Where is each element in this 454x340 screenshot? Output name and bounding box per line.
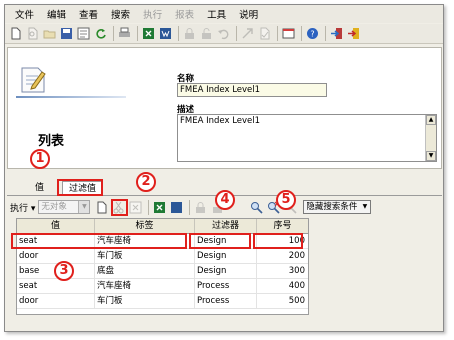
cell-label[interactable]: 车门板: [95, 294, 195, 308]
help-icon[interactable]: ?: [305, 26, 320, 41]
refresh-icon[interactable]: [93, 26, 108, 41]
callout-4: 4: [215, 190, 235, 210]
object-select[interactable]: 无对象 ▼: [38, 200, 91, 214]
add-button-highlight: [111, 199, 128, 216]
lock-icon[interactable]: [193, 200, 208, 215]
menu-execute[interactable]: 执行: [143, 7, 162, 21]
toolbar-separator: [301, 26, 302, 41]
cell-filter[interactable]: Design: [195, 249, 257, 263]
main-toolbar: ?: [5, 24, 443, 44]
table-row[interactable]: door 车门板 Process 500: [17, 294, 308, 309]
toolbar-separator: [178, 26, 179, 41]
hide-search-criteria-value: 隐藏搜索条件: [306, 202, 358, 212]
arrow-icon[interactable]: [240, 26, 255, 41]
toolbar-separator: [137, 26, 138, 41]
filter-tab-highlight: [57, 179, 103, 196]
table-row[interactable]: seat 汽车座椅 Process 400: [17, 279, 308, 294]
column-header-label[interactable]: 标签: [95, 219, 195, 233]
filter-cell-highlight: [189, 233, 251, 249]
callout-5: 5: [276, 190, 296, 210]
add-row-icon[interactable]: [94, 200, 109, 215]
print-icon[interactable]: [117, 26, 132, 41]
column-header-value[interactable]: 值: [17, 219, 95, 233]
name-field[interactable]: FMEA Index Level1: [177, 83, 327, 97]
callout-3: 3: [54, 261, 74, 281]
menu-file[interactable]: 文件: [15, 7, 34, 21]
toolbar-separator: [277, 26, 278, 41]
cell-filter[interactable]: Design: [195, 264, 257, 278]
cell-label[interactable]: 车门板: [95, 249, 195, 263]
hide-search-criteria-select[interactable]: 隐藏搜索条件 ▼: [303, 200, 372, 214]
open-folder-icon[interactable]: [42, 26, 57, 41]
callout-1: 1: [30, 149, 50, 169]
column-header-sequence[interactable]: 序号: [257, 219, 308, 233]
preview-icon[interactable]: [25, 26, 40, 41]
toolbar-separator: [189, 199, 191, 215]
excel-export-icon[interactable]: [152, 200, 167, 215]
menu-tools[interactable]: 工具: [207, 7, 226, 21]
cell-sequence[interactable]: 200: [257, 249, 308, 263]
cell-label[interactable]: 底盘: [95, 264, 195, 278]
svg-text:?: ?: [310, 30, 314, 39]
menu-help[interactable]: 说明: [239, 7, 258, 21]
grid-header: 值 标签 过滤器 序号: [17, 219, 308, 234]
cell-value[interactable]: door: [17, 249, 95, 263]
toolbar-separator: [325, 26, 326, 41]
menubar: 文件 编辑 查看 搜索 执行 报表 工具 说明: [5, 5, 443, 23]
cell-filter[interactable]: Process: [195, 294, 257, 308]
execute-label: 执行: [10, 203, 29, 214]
toolbar-separator: [113, 26, 114, 41]
menu-view[interactable]: 查看: [79, 7, 98, 21]
toolbar-separator: [148, 199, 150, 215]
logout-icon[interactable]: [346, 26, 361, 41]
column-header-filter[interactable]: 过滤器: [195, 219, 257, 233]
save-icon[interactable]: [59, 26, 74, 41]
execute-menu[interactable]: 执行 ▾: [10, 201, 35, 214]
cell-label[interactable]: 汽车座椅: [95, 279, 195, 293]
row-label-highlight: [11, 233, 187, 249]
description-text: FMEA Index Level1: [180, 116, 261, 126]
unlock-icon[interactable]: [199, 26, 214, 41]
cell-value[interactable]: seat: [17, 279, 95, 293]
description-field[interactable]: FMEA Index Level1 ▲ ▼: [177, 114, 437, 162]
properties-icon[interactable]: [76, 26, 91, 41]
delete-row-icon[interactable]: [128, 200, 143, 215]
list-document-icon: [21, 67, 46, 93]
new-document-icon[interactable]: [8, 26, 23, 41]
window-icon[interactable]: [281, 26, 296, 41]
sequence-cell-highlight: [253, 233, 303, 249]
cell-sequence[interactable]: 500: [257, 294, 308, 308]
cell-sequence[interactable]: 300: [257, 264, 308, 278]
word-export-icon[interactable]: [158, 26, 173, 41]
menu-report[interactable]: 报表: [175, 7, 194, 21]
cell-filter[interactable]: Process: [195, 279, 257, 293]
exit-icon[interactable]: [329, 26, 344, 41]
menu-edit[interactable]: 编辑: [47, 7, 66, 21]
title-underline: [16, 96, 126, 98]
chevron-down-icon: ▼: [78, 201, 90, 213]
word-export-icon[interactable]: [169, 200, 184, 215]
app-window: 文件 编辑 查看 搜索 执行 报表 工具 说明 ? 列表 名称 FMEA Ind…: [4, 4, 444, 332]
scroll-down-icon[interactable]: ▼: [426, 151, 436, 161]
callout-2: 2: [136, 172, 156, 192]
object-select-value: 无对象: [41, 202, 67, 212]
lock-icon[interactable]: [182, 26, 197, 41]
scroll-up-icon[interactable]: ▲: [426, 115, 436, 125]
excel-export-icon[interactable]: [141, 26, 156, 41]
cell-value[interactable]: door: [17, 294, 95, 308]
menu-search[interactable]: 搜索: [111, 7, 130, 21]
page-title: 列表: [38, 134, 65, 149]
description-scrollbar[interactable]: ▲ ▼: [425, 115, 436, 161]
chevron-down-icon: ▼: [362, 203, 368, 210]
search-icon[interactable]: [249, 200, 264, 215]
undo-icon[interactable]: [216, 26, 231, 41]
cell-sequence[interactable]: 400: [257, 279, 308, 293]
header-panel: 列表 名称 FMEA Index Level1 描述 FMEA Index Le…: [7, 47, 442, 169]
document-check-icon[interactable]: [257, 26, 272, 41]
tab-values[interactable]: 值: [29, 181, 50, 196]
toolbar-separator: [236, 26, 237, 41]
